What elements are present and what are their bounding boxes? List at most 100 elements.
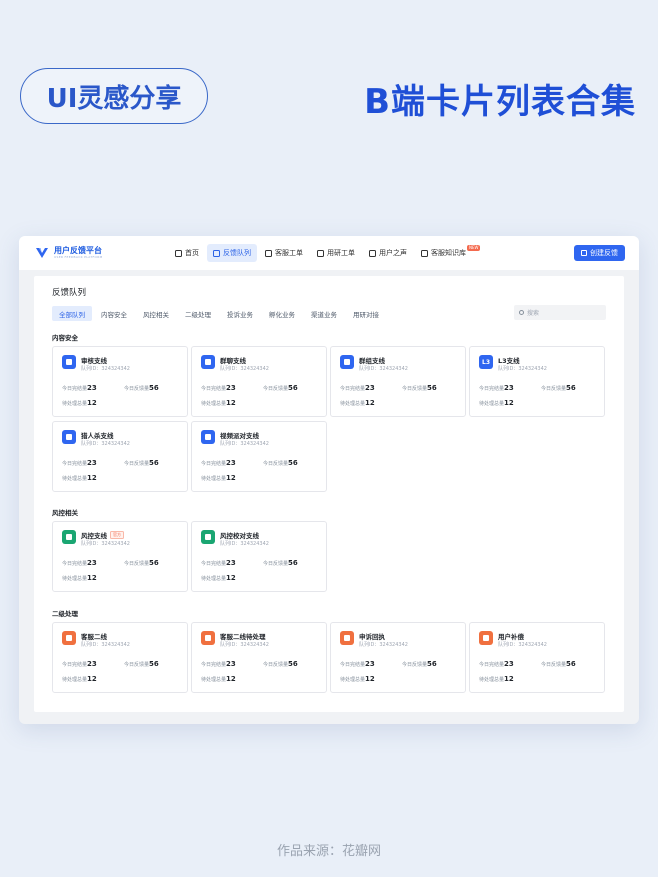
queue-card[interactable]: 风控校对支线 队列ID：324324342 今日完结量 23 今日反馈量 56 待处理总量 1…: [191, 521, 327, 592]
today-feedback-value: 56: [566, 384, 576, 392]
card-name-text: 风控支线: [81, 532, 107, 540]
today-feedback-value: 56: [288, 384, 298, 392]
section-title: 二级处理: [52, 610, 78, 618]
nav-item-2[interactable]: 客服工单: [259, 244, 309, 262]
card-name: 客服二线: [81, 631, 107, 641]
queue-card[interactable]: 群聊支线 队列ID：324324342 今日完结量 23 今日反馈量 56 待处理总量 12: [191, 346, 327, 417]
tab-0[interactable]: 全部队列: [52, 306, 92, 321]
icon-glyph: [205, 534, 211, 540]
queue-card[interactable]: 审核支线 队列ID：324324342 今日完结量 23 今日反馈量 56 待处理总量 12: [52, 346, 188, 417]
pending-total-label: 待处理总量: [62, 476, 88, 482]
card-queue-id: 队列ID：324324342: [81, 440, 130, 447]
card-name-text: L3支线: [498, 357, 520, 365]
page-title: 反馈队列: [52, 288, 87, 298]
icon-glyph: [205, 434, 211, 440]
card-queue-id: 队列ID：324324342: [220, 365, 269, 372]
card-name-text: 视频派对支线: [220, 432, 259, 440]
nav-item-5[interactable]: 客服知识库 NEW: [415, 244, 488, 262]
queue-card[interactable]: L3 L3支线 队列ID：324324342 今日完结量 23 今日反馈量 56 待处理总量 1…: [469, 346, 605, 417]
app-logo-subtitle: USER FEEDBACK PLATFORM: [54, 255, 103, 259]
book-icon: [421, 249, 428, 257]
pending-total-value: 12: [87, 574, 97, 582]
tab-1[interactable]: 内容安全: [94, 306, 134, 321]
nav-item-label: 客服工单: [275, 249, 303, 257]
card-name-text: 用户补偿: [498, 633, 524, 641]
icon-glyph: [66, 635, 72, 641]
pending-total-value: 12: [365, 399, 375, 407]
queue-id-label: 队列ID：: [81, 642, 102, 648]
pending-total-value: 12: [226, 574, 236, 582]
voice-icon: [369, 249, 376, 257]
queue-id-value: 324324342: [240, 441, 269, 447]
today-done-label: 今日完结量: [62, 461, 88, 467]
queue-id-label: 队列ID：: [220, 541, 241, 547]
pending-total-value: 12: [226, 474, 236, 482]
queue-id-label: 队列ID：: [81, 366, 102, 372]
card-name-text: 群聊支线: [220, 357, 246, 365]
queue-id-label: 队列ID：: [81, 541, 102, 547]
official-tag: 官方: [110, 531, 124, 539]
card-queue-id: 队列ID：324324342: [359, 641, 408, 648]
tab-3[interactable]: 二级处理: [178, 306, 218, 321]
nav-item-3[interactable]: 用研工单: [311, 244, 361, 262]
card-name-text: 申诉回执: [359, 633, 385, 641]
card-name: 视频派对支线: [220, 430, 259, 440]
card-name-text: 审核支线: [81, 357, 107, 365]
queue-card[interactable]: 猎人杀支线 队列ID：324324342 今日完结量 23 今日反馈量 56 待处理总量 12: [52, 421, 188, 492]
tab-4[interactable]: 投诉业务: [220, 306, 260, 321]
pending-total-value: 12: [226, 399, 236, 407]
section-title: 内容安全: [52, 334, 78, 342]
today-done-value: 23: [226, 660, 236, 668]
queue-icon: [213, 249, 220, 257]
app-logo[interactable]: 用户反馈平台 USER FEEDBACK PLATFORM: [35, 247, 103, 259]
card-name: 审核支线: [81, 355, 107, 365]
umbrella-icon: [62, 530, 76, 544]
today-feedback-value: 56: [149, 459, 159, 467]
tab-7[interactable]: 用研对接: [346, 306, 386, 321]
app-window: 用户反馈平台 USER FEEDBACK PLATFORM 首页 反馈队列 客服工单…: [19, 236, 639, 724]
create-feedback-button[interactable]: 创建反馈: [574, 245, 625, 261]
today-feedback-value: 56: [427, 660, 437, 668]
today-done-value: 23: [226, 559, 236, 567]
today-done-value: 23: [365, 384, 375, 392]
queue-id-label: 队列ID：: [81, 441, 102, 447]
pending-total-value: 12: [504, 399, 514, 407]
icon-glyph: [66, 359, 72, 365]
nav-item-0[interactable]: 首页: [169, 244, 205, 262]
today-feedback-label: 今日反馈量: [263, 461, 289, 467]
queue-card[interactable]: 群组支线 队列ID：324324342 今日完结量 23 今日反馈量 56 待处理总量 12: [330, 346, 466, 417]
gift-icon: [479, 631, 493, 645]
game-icon: [62, 430, 76, 444]
queue-id-value: 324324342: [379, 642, 408, 648]
today-done-value: 23: [87, 559, 97, 567]
queue-card[interactable]: 用户补偿 队列ID：324324342 今日完结量 23 今日反馈量 56 待处理总量 12: [469, 622, 605, 693]
queue-card[interactable]: 风控支线 官方 队列ID：324324342 今日完结量 23 今日反馈量 56 待处理总量 1…: [52, 521, 188, 592]
nav-item-1[interactable]: 反馈队列: [207, 244, 257, 262]
tab-6[interactable]: 渠道业务: [304, 306, 344, 321]
card-queue-id: 队列ID：324324342: [498, 641, 547, 648]
today-feedback-value: 56: [288, 459, 298, 467]
today-done-value: 23: [87, 384, 97, 392]
top-navigation-bar: 用户反馈平台 USER FEEDBACK PLATFORM 首页 反馈队列 客服工单…: [19, 236, 639, 270]
queue-id-value: 324324342: [101, 541, 130, 547]
search-input[interactable]: 搜索: [514, 305, 606, 320]
tab-2[interactable]: 风控相关: [136, 306, 176, 321]
card-name: 客服二线待处理: [220, 631, 266, 641]
pending-total-label: 待处理总量: [479, 677, 505, 683]
queue-id-value: 324324342: [240, 541, 269, 547]
tab-5[interactable]: 孵化业务: [262, 306, 302, 321]
queue-card[interactable]: 客服二线待处理 队列ID：324324342 今日完结量 23 今日反馈量 56 待处理总量…: [191, 622, 327, 693]
icon-glyph: [66, 534, 72, 540]
icon-glyph: [483, 635, 489, 641]
queue-id-label: 队列ID：: [498, 642, 519, 648]
card-name: 风控校对支线: [220, 530, 259, 540]
nav-item-4[interactable]: 用户之声: [363, 244, 413, 262]
queue-id-value: 324324342: [101, 366, 130, 372]
queue-card[interactable]: 申诉回执 队列ID：324324342 今日完结量 23 今日反馈量 56 待处理总量 12: [330, 622, 466, 693]
queue-card[interactable]: 客服二线 队列ID：324324342 今日完结量 23 今日反馈量 56 待处理总量 12: [52, 622, 188, 693]
card-queue-id: 队列ID：324324342: [220, 641, 269, 648]
card-name-text: 风控校对支线: [220, 532, 259, 540]
queue-card[interactable]: 视频派对支线 队列ID：324324342 今日完结量 23 今日反馈量 56 待处理总量 1…: [191, 421, 327, 492]
today-feedback-label: 今日反馈量: [124, 561, 150, 567]
nav-item-label: 首页: [185, 249, 199, 257]
